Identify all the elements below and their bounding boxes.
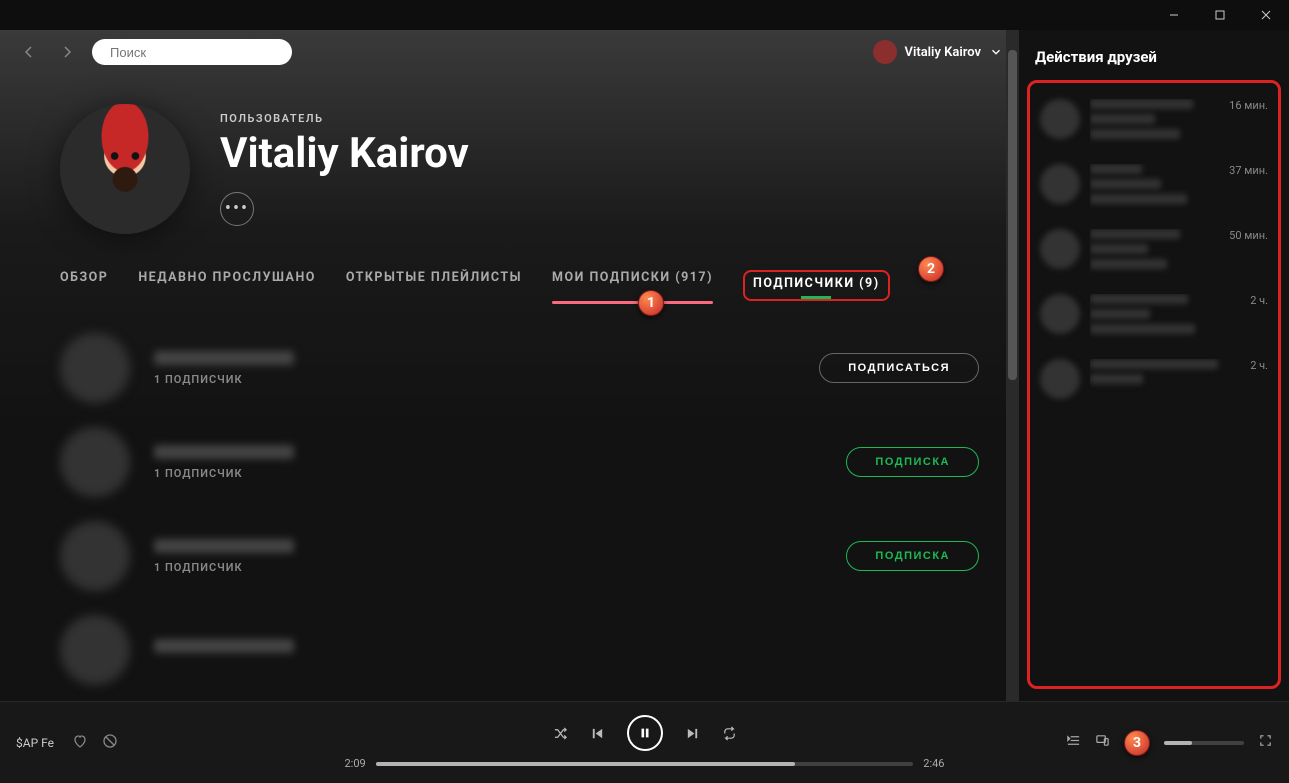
friend-avatar xyxy=(1040,229,1080,269)
window-minimize[interactable] xyxy=(1151,0,1197,30)
subscribed-button[interactable]: ПОДПИСКА xyxy=(846,447,979,477)
subscribe-button[interactable]: ПОДПИСАТЬСЯ xyxy=(819,353,979,383)
followers-list: 1 ПОДПИСЧИК ПОДПИСАТЬСЯ 1 ПОДПИСЧИК ПОДП… xyxy=(0,301,1019,701)
main-scrollbar[interactable] xyxy=(1006,30,1019,701)
next-button[interactable] xyxy=(685,726,700,741)
volume-slider[interactable] xyxy=(1164,741,1244,745)
devices-button[interactable] xyxy=(1095,733,1110,752)
friend-activity-item[interactable]: 50 мин. xyxy=(1032,219,1276,284)
friend-activity-item[interactable]: 37 мин. xyxy=(1032,154,1276,219)
follower-name xyxy=(154,639,294,653)
friend-time: 2 ч. xyxy=(1250,294,1268,339)
follower-avatar xyxy=(60,333,130,403)
window-close[interactable] xyxy=(1243,0,1289,30)
window-maximize[interactable] xyxy=(1197,0,1243,30)
profile-tabs: ОБЗОР НЕДАВНО ПРОСЛУШАНО ОТКРЫТЫЕ ПЛЕЙЛИ… xyxy=(0,254,1019,301)
fullscreen-button[interactable] xyxy=(1258,733,1273,752)
chevron-down-icon xyxy=(989,45,1003,59)
main-panel: Vitaliy Kairov ПОЛЬЗОВАТЕЛЬ Vitaliy Kair… xyxy=(0,30,1019,701)
user-avatar-small xyxy=(873,40,897,64)
follower-name xyxy=(154,351,294,365)
nav-back-button[interactable] xyxy=(16,39,42,65)
annotation-marker-1: 1 xyxy=(638,290,664,316)
friend-time: 50 мин. xyxy=(1229,229,1268,274)
profile-type-label: ПОЛЬЗОВАТЕЛЬ xyxy=(220,112,469,125)
friend-time: 37 мин. xyxy=(1229,164,1268,209)
profile-avatar xyxy=(60,104,190,234)
player-bar: $AP Fe 2:09 2:46 3 xyxy=(0,701,1289,783)
follower-sub: 1 ПОДПИСЧИК xyxy=(154,561,846,574)
friends-activity-box: 16 мин. 37 мин. 50 мин. 2 ч. xyxy=(1027,80,1281,689)
follower-row[interactable]: 1 ПОДПИСЧИК ПОДПИСАТЬСЯ xyxy=(60,321,979,415)
user-menu[interactable]: Vitaliy Kairov xyxy=(873,40,1003,64)
previous-button[interactable] xyxy=(590,726,605,741)
tab-followers[interactable]: ПОДПИСЧИКИ (9) xyxy=(743,270,890,301)
search-box[interactable] xyxy=(92,39,292,65)
time-total: 2:46 xyxy=(923,757,944,770)
follower-sub: 1 ПОДПИСЧИК xyxy=(154,467,846,480)
subscribed-button[interactable]: ПОДПИСКА xyxy=(846,541,979,571)
friends-sidebar: Действия друзей 16 мин. 37 мин. 50 мин. xyxy=(1019,30,1289,701)
friend-activity-item[interactable]: 16 мин. xyxy=(1032,89,1276,154)
follower-name xyxy=(154,539,294,553)
nav-forward-button[interactable] xyxy=(54,39,80,65)
play-pause-button[interactable] xyxy=(627,715,663,751)
follower-row[interactable]: 1 ПОДПИСЧИК ПОДПИСКА xyxy=(60,415,979,509)
queue-button[interactable] xyxy=(1066,733,1081,752)
like-button[interactable] xyxy=(72,733,88,753)
ban-button[interactable] xyxy=(102,733,118,753)
follower-row[interactable]: 1 ПОДПИСЧИК ПОДПИСКА xyxy=(60,509,979,603)
follower-name xyxy=(154,445,294,459)
follower-avatar xyxy=(60,615,130,685)
shuffle-button[interactable] xyxy=(553,726,568,741)
tab-overview[interactable]: ОБЗОР xyxy=(60,270,108,301)
tab-following[interactable]: МОИ ПОДПИСКИ (917) xyxy=(552,270,713,301)
friend-time: 16 мин. xyxy=(1229,99,1268,144)
follower-avatar xyxy=(60,521,130,591)
user-name-label: Vitaliy Kairov xyxy=(905,45,981,60)
friends-title: Действия друзей xyxy=(1019,42,1289,80)
friend-activity-item[interactable]: 2 ч. xyxy=(1032,349,1276,409)
profile-more-button[interactable]: ••• xyxy=(220,192,254,226)
tab-recent[interactable]: НЕДАВНО ПРОСЛУШАНО xyxy=(138,270,316,301)
follower-avatar xyxy=(60,427,130,497)
profile-name: Vitaliy Kairov xyxy=(220,129,469,178)
follower-row[interactable] xyxy=(60,603,979,697)
friend-activity-item[interactable]: 2 ч. xyxy=(1032,284,1276,349)
friend-avatar xyxy=(1040,294,1080,334)
friend-avatar xyxy=(1040,359,1080,399)
annotation-marker-2: 2 xyxy=(918,256,944,282)
progress-bar[interactable] xyxy=(376,762,914,766)
search-input[interactable] xyxy=(110,45,286,60)
now-playing-track[interactable]: $AP Fe xyxy=(16,736,58,750)
time-elapsed: 2:09 xyxy=(345,757,366,770)
friend-avatar xyxy=(1040,164,1080,204)
friend-avatar xyxy=(1040,99,1080,139)
repeat-button[interactable] xyxy=(722,726,737,741)
tab-playlists[interactable]: ОТКРЫТЫЕ ПЛЕЙЛИСТЫ xyxy=(346,270,522,301)
friend-time: 2 ч. xyxy=(1250,359,1268,399)
window-titlebar xyxy=(0,0,1289,30)
follower-sub: 1 ПОДПИСЧИК xyxy=(154,373,819,386)
annotation-marker-3: 3 xyxy=(1124,730,1150,756)
